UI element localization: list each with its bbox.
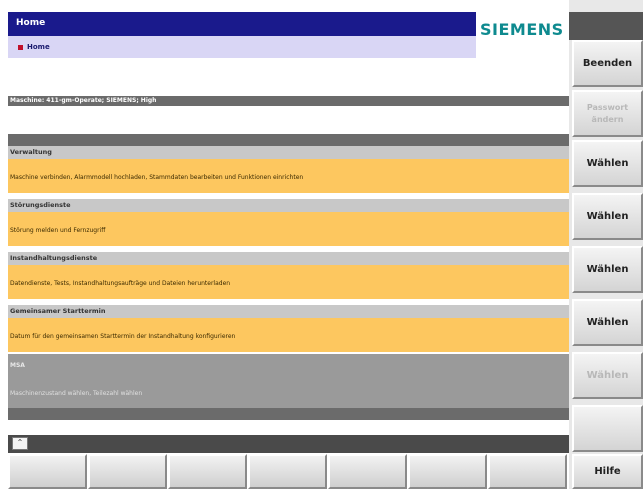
section-starttermin[interactable]: Datum für den gemeinsamen Starttermin de…	[8, 318, 569, 352]
change-password-button[interactable]: Passwort ändern	[572, 90, 643, 137]
section-title: MSA	[10, 362, 25, 369]
separator-bar	[8, 134, 569, 146]
breadcrumb: Home	[8, 36, 476, 58]
siemens-logo: SIEMENS	[480, 20, 564, 39]
quit-button[interactable]: Beenden	[572, 40, 643, 87]
horizontal-softkey-2[interactable]	[88, 454, 167, 489]
breadcrumb-home[interactable]: Home	[18, 43, 50, 51]
horizontal-softkey-3[interactable]	[168, 454, 247, 489]
title-bar: Home	[8, 12, 476, 36]
select-stoerungsdienste-button[interactable]: Wählen	[572, 193, 643, 240]
section-description: Datendienste, Tests, Instandhaltungsauft…	[10, 280, 231, 287]
horizontal-softkey-6[interactable]	[408, 454, 487, 489]
section-title: Instandhaltungsdienste	[10, 254, 98, 262]
section-description: Maschine verbinden, Alarmmodell hochlade…	[10, 174, 304, 181]
section-header-instandhaltungsdienste: Instandhaltungsdienste	[8, 252, 569, 265]
bullet-icon	[18, 44, 23, 50]
horizontal-softkey-1[interactable]	[8, 454, 87, 489]
breadcrumb-label: Home	[27, 43, 50, 51]
select-instandhaltungsdienste-button[interactable]: Wählen	[572, 246, 643, 293]
section-description: Störung melden und Fernzugriff	[10, 227, 106, 234]
bottom-status-strip: ⌃	[8, 435, 569, 453]
scroll-up-button[interactable]: ⌃	[12, 437, 28, 450]
machine-status-text: Maschine: 411-gm-Operate; SIEMENS; High	[10, 97, 157, 104]
section-header-stoerungsdienste: Störungsdienste	[8, 199, 569, 212]
section-title: Gemeinsamer Starttermin	[10, 307, 106, 315]
section-title: Störungsdienste	[10, 201, 71, 209]
section-description: Datum für den gemeinsamen Starttermin de…	[10, 333, 236, 340]
sidebar-header	[569, 12, 643, 40]
horizontal-softkey-4[interactable]	[248, 454, 327, 489]
select-starttermin-button[interactable]: Wählen	[572, 299, 643, 346]
select-msa-button[interactable]: Wählen	[572, 352, 643, 399]
section-instandhaltungsdienste[interactable]: Datendienste, Tests, Instandhaltungsauft…	[8, 265, 569, 299]
vertical-softkey-empty[interactable]	[572, 405, 643, 452]
help-button[interactable]: Hilfe	[572, 454, 643, 489]
select-verwaltung-button[interactable]: Wählen	[572, 140, 643, 187]
section-header-verwaltung: Verwaltung	[8, 146, 569, 159]
machine-status-bar: Maschine: 411-gm-Operate; SIEMENS; High	[8, 96, 569, 106]
vertical-softkey-bar: Beenden Passwort ändern Wählen Wählen Wä…	[569, 0, 643, 489]
section-description: Maschinenzustand wählen, Teilezahl wähle…	[10, 390, 143, 397]
horizontal-softkey-7[interactable]	[488, 454, 567, 489]
section-stoerungsdienste[interactable]: Störung melden und Fernzugriff	[8, 212, 569, 246]
section-msa-disabled: MSA Maschinenzustand wählen, Teilezahl w…	[8, 354, 569, 408]
section-header-starttermin: Gemeinsamer Starttermin	[8, 305, 569, 318]
section-title: Verwaltung	[10, 148, 52, 156]
main-area: Home Home SIEMENS Maschine: 411-gm-Opera…	[0, 0, 569, 489]
separator-bar	[8, 408, 569, 420]
page-title: Home	[16, 18, 46, 28]
section-verwaltung[interactable]: Maschine verbinden, Alarmmodell hochlade…	[8, 159, 569, 193]
horizontal-softkey-5[interactable]	[328, 454, 407, 489]
